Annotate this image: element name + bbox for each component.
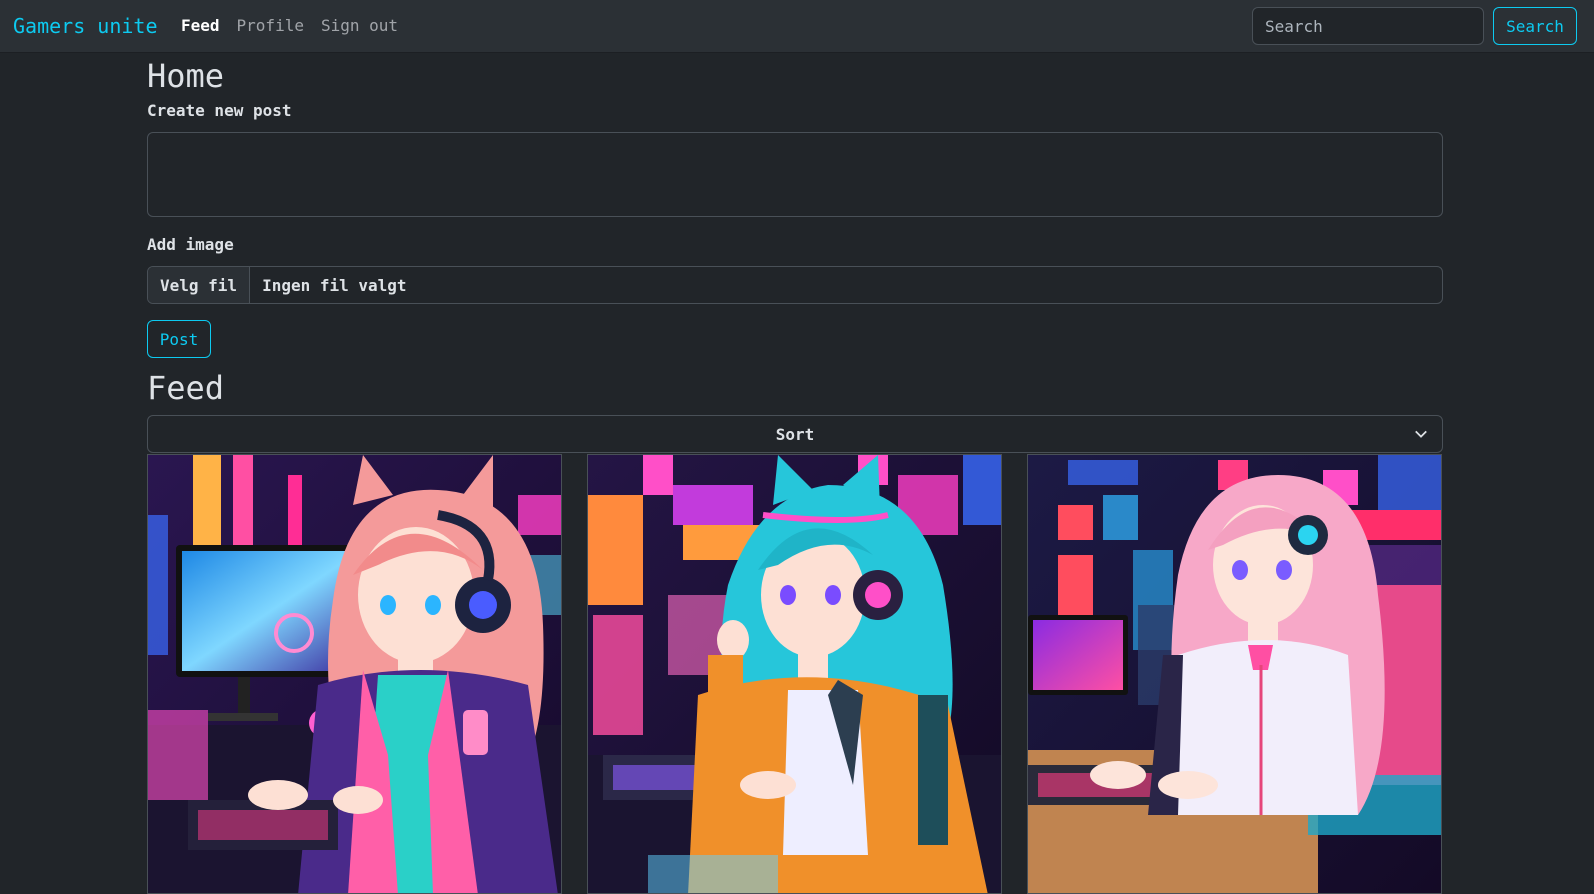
file-input[interactable]: Velg fil Ingen fil valgt (147, 266, 1443, 304)
search-button[interactable]: Search (1493, 7, 1577, 45)
post-textarea[interactable] (147, 132, 1443, 217)
post-button[interactable]: Post (147, 320, 211, 358)
post-image (148, 455, 561, 893)
post-card[interactable] (147, 454, 562, 894)
search-input[interactable] (1252, 7, 1484, 45)
nav-link-sign-out[interactable]: Sign out (321, 16, 398, 36)
feed-title: Feed (147, 369, 225, 407)
nav-link-feed[interactable]: Feed (181, 16, 220, 36)
post-card[interactable] (1027, 454, 1442, 894)
nav-link-profile[interactable]: Profile (237, 16, 304, 36)
navbar: Gamers unite Feed Profile Sign out Searc… (0, 0, 1594, 53)
post-image (588, 455, 1001, 893)
post-card[interactable] (587, 454, 1002, 894)
add-image-label: Add image (147, 235, 234, 254)
feed-posts (147, 454, 1443, 894)
file-status: Ingen fil valgt (262, 275, 407, 295)
sort-label: Sort (775, 424, 815, 444)
post-image (1028, 455, 1441, 893)
choose-file-button[interactable]: Velg fil (148, 267, 251, 303)
nav-links: Feed Profile Sign out (181, 16, 415, 36)
brand-link[interactable]: Gamers unite (13, 13, 158, 39)
create-post-label: Create new post (147, 101, 292, 120)
sort-select[interactable]: Sort (147, 415, 1443, 453)
page-title: Home (147, 57, 225, 95)
chevron-down-icon (1415, 430, 1427, 438)
